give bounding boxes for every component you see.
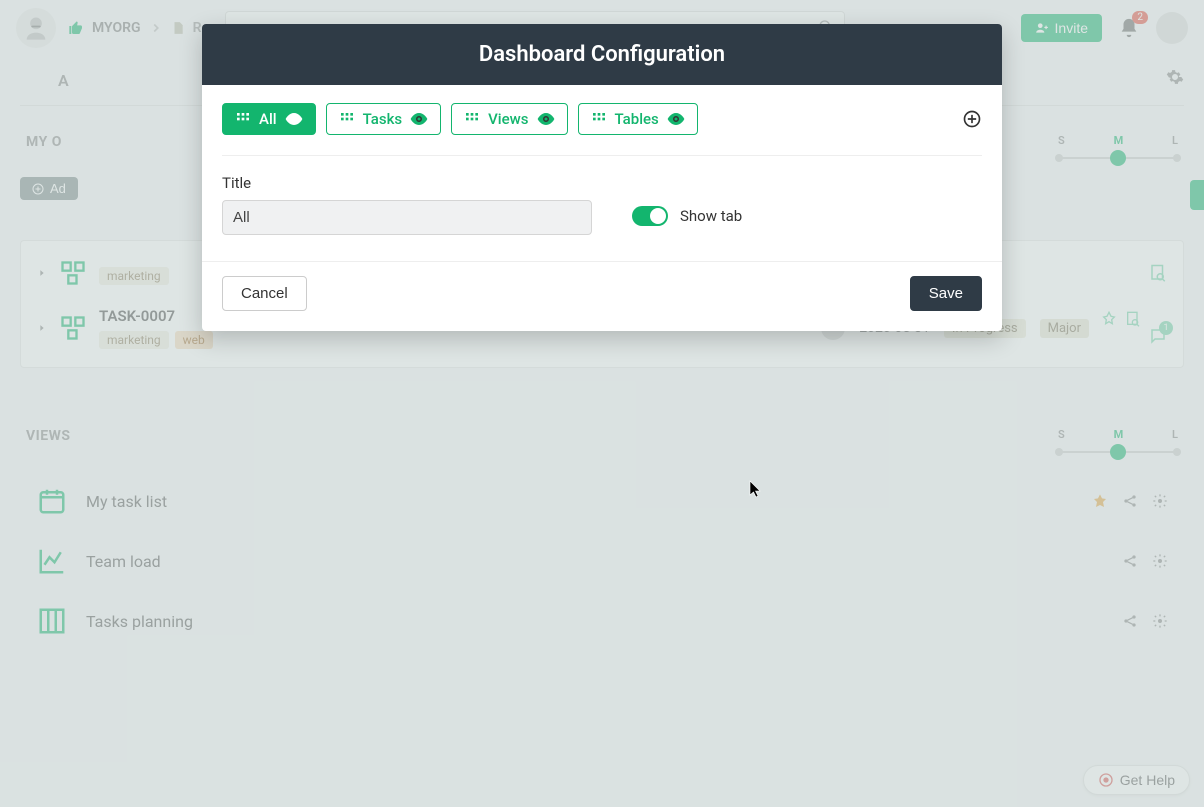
eye-icon	[285, 110, 303, 128]
add-config-tab-button[interactable]	[962, 109, 982, 129]
show-tab-label: Show tab	[680, 207, 742, 225]
eye-icon	[537, 110, 555, 128]
config-tab-label: Tasks	[363, 110, 403, 128]
config-tab-tasks[interactable]: Tasks	[326, 103, 442, 135]
grid-icon	[464, 111, 480, 127]
grid-icon	[339, 111, 355, 127]
config-tab-label: All	[259, 110, 277, 128]
cancel-button[interactable]: Cancel	[222, 276, 307, 311]
config-tab-label: Tables	[615, 110, 659, 128]
config-tab-views[interactable]: Views	[451, 103, 567, 135]
eye-icon	[667, 110, 685, 128]
grid-icon	[591, 111, 607, 127]
grid-icon	[235, 111, 251, 127]
config-tab-label: Views	[488, 110, 528, 128]
eye-icon	[410, 110, 428, 128]
modal-title: Dashboard Configuration	[202, 24, 1002, 85]
config-tab-all[interactable]: All	[222, 103, 316, 135]
title-input[interactable]	[222, 200, 592, 235]
save-button[interactable]: Save	[910, 276, 982, 311]
show-tab-toggle[interactable]	[632, 206, 668, 226]
config-tab-tables[interactable]: Tables	[578, 103, 698, 135]
title-field-label: Title	[222, 174, 592, 192]
dashboard-configuration-modal: Dashboard Configuration All Tasks	[202, 24, 1002, 331]
